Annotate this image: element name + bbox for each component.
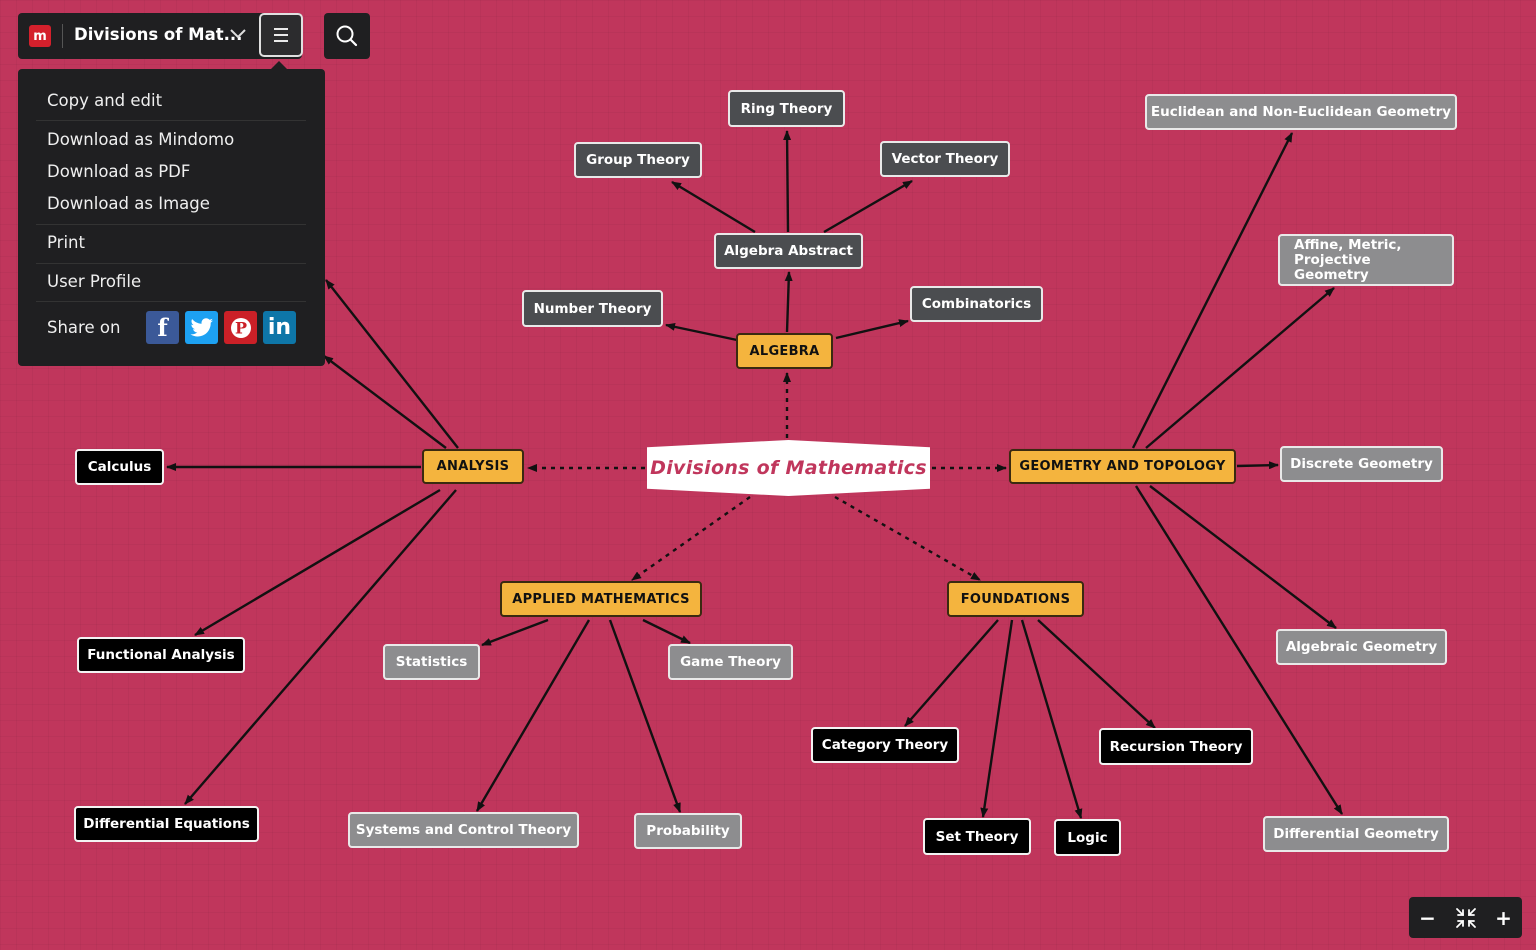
- zoom-in-button[interactable]: +: [1485, 897, 1522, 938]
- toolbar-divider: [62, 24, 63, 48]
- menu-item-download-mindomo[interactable]: Download as Mindomo: [47, 130, 234, 149]
- connector-arrow: [823, 179, 913, 234]
- menu-item-print[interactable]: Print: [47, 233, 85, 252]
- zoom-controls: − +: [1409, 897, 1522, 938]
- share-on-label: Share on: [47, 318, 121, 337]
- dashed-connector: [834, 495, 981, 582]
- topic-probability[interactable]: Probability: [634, 813, 742, 849]
- connector-arrow: [1037, 619, 1156, 729]
- topic-recursion-theory[interactable]: Recursion Theory: [1099, 728, 1253, 765]
- connector-arrow: [1149, 485, 1337, 629]
- topic-vector-theory[interactable]: Vector Theory: [880, 141, 1010, 177]
- connector-arrow: [671, 180, 756, 234]
- connector-arrow: [194, 488, 441, 637]
- menu-item-copy-and-edit[interactable]: Copy and edit: [47, 91, 162, 110]
- topic-group-theory[interactable]: Group Theory: [574, 142, 702, 178]
- central-topic[interactable]: Divisions of Mathematics: [647, 440, 930, 496]
- topic-systems-control-theory[interactable]: Systems and Control Theory: [348, 812, 579, 848]
- connector-arrow: [980, 619, 1014, 818]
- menu-divider: [36, 120, 306, 121]
- topic-algebraic-geometry[interactable]: Algebraic Geometry: [1276, 629, 1447, 665]
- connector-arrow: [481, 618, 549, 647]
- branch-applied-mathematics[interactable]: APPLIED MATHEMATICS: [500, 581, 702, 617]
- zoom-out-button[interactable]: −: [1409, 897, 1446, 938]
- linkedin-icon[interactable]: in: [263, 311, 296, 344]
- topic-differential-equations[interactable]: Differential Equations: [74, 806, 259, 842]
- menu-item-download-pdf[interactable]: Download as PDF: [47, 162, 190, 181]
- facebook-icon[interactable]: f: [146, 311, 179, 344]
- branch-geometry-topology[interactable]: GEOMETRY AND TOPOLOGY: [1009, 449, 1236, 484]
- menu-button[interactable]: [259, 13, 303, 57]
- topic-statistics[interactable]: Statistics: [383, 644, 480, 680]
- branch-algebra[interactable]: ALGEBRA: [736, 333, 833, 369]
- connector-arrow: [475, 619, 591, 812]
- dashed-connector: [631, 496, 751, 581]
- connector-arrow: [1020, 619, 1083, 819]
- topic-game-theory[interactable]: Game Theory: [668, 644, 793, 680]
- topic-calculus[interactable]: Calculus: [75, 449, 164, 485]
- hamburger-icon: [274, 28, 288, 42]
- topic-affine-geometry[interactable]: Affine, Metric, Projective Geometry: [1278, 234, 1454, 286]
- topic-euclidean-geometry[interactable]: Euclidean and Non-Euclidean Geometry: [1145, 94, 1457, 130]
- topic-logic[interactable]: Logic: [1054, 819, 1121, 856]
- topic-discrete-geometry[interactable]: Discrete Geometry: [1280, 446, 1443, 482]
- chevron-down-icon[interactable]: [230, 28, 246, 43]
- fit-to-screen-button[interactable]: [1447, 897, 1484, 938]
- connector-arrow: [835, 319, 909, 340]
- map-title[interactable]: Divisions of Mat...: [74, 25, 242, 44]
- connector-arrow: [783, 130, 792, 233]
- search-button[interactable]: [324, 13, 370, 59]
- search-icon: [336, 25, 358, 47]
- svg-text:P: P: [234, 318, 246, 337]
- topic-category-theory[interactable]: Category Theory: [811, 727, 959, 763]
- topic-combinatorics[interactable]: Combinatorics: [910, 286, 1043, 322]
- connector-arrow: [1236, 461, 1279, 470]
- topic-functional-analysis[interactable]: Functional Analysis: [77, 637, 245, 673]
- menu-divider: [36, 263, 306, 264]
- connector-arrow: [1131, 132, 1294, 449]
- topic-differential-geometry[interactable]: Differential Geometry: [1263, 816, 1449, 852]
- branch-analysis[interactable]: ANALYSIS: [422, 449, 524, 484]
- connector-arrow: [323, 355, 447, 449]
- main-menu-dropdown: Copy and edit Download as Mindomo Downlo…: [18, 69, 325, 366]
- connector-arrow: [665, 322, 738, 342]
- connector-arrow: [325, 279, 459, 449]
- mindomo-logo[interactable]: m: [29, 25, 51, 47]
- topic-number-theory[interactable]: Number Theory: [522, 290, 663, 327]
- menu-divider: [36, 301, 306, 302]
- menu-divider: [36, 224, 306, 225]
- connector-arrow: [784, 271, 793, 333]
- topic-algebra-abstract[interactable]: Algebra Abstract: [714, 233, 863, 269]
- topic-ring-theory[interactable]: Ring Theory: [728, 90, 845, 127]
- connector-arrow: [904, 619, 999, 727]
- branch-foundations[interactable]: FOUNDATIONS: [947, 581, 1084, 617]
- connector-arrow: [642, 618, 691, 645]
- menu-item-user-profile[interactable]: User Profile: [47, 272, 141, 291]
- pinterest-icon[interactable]: P: [224, 311, 257, 344]
- menu-item-download-image[interactable]: Download as Image: [47, 194, 210, 213]
- collapse-arrows-icon: [1455, 907, 1476, 928]
- topic-set-theory[interactable]: Set Theory: [923, 818, 1031, 855]
- twitter-icon[interactable]: [185, 311, 218, 344]
